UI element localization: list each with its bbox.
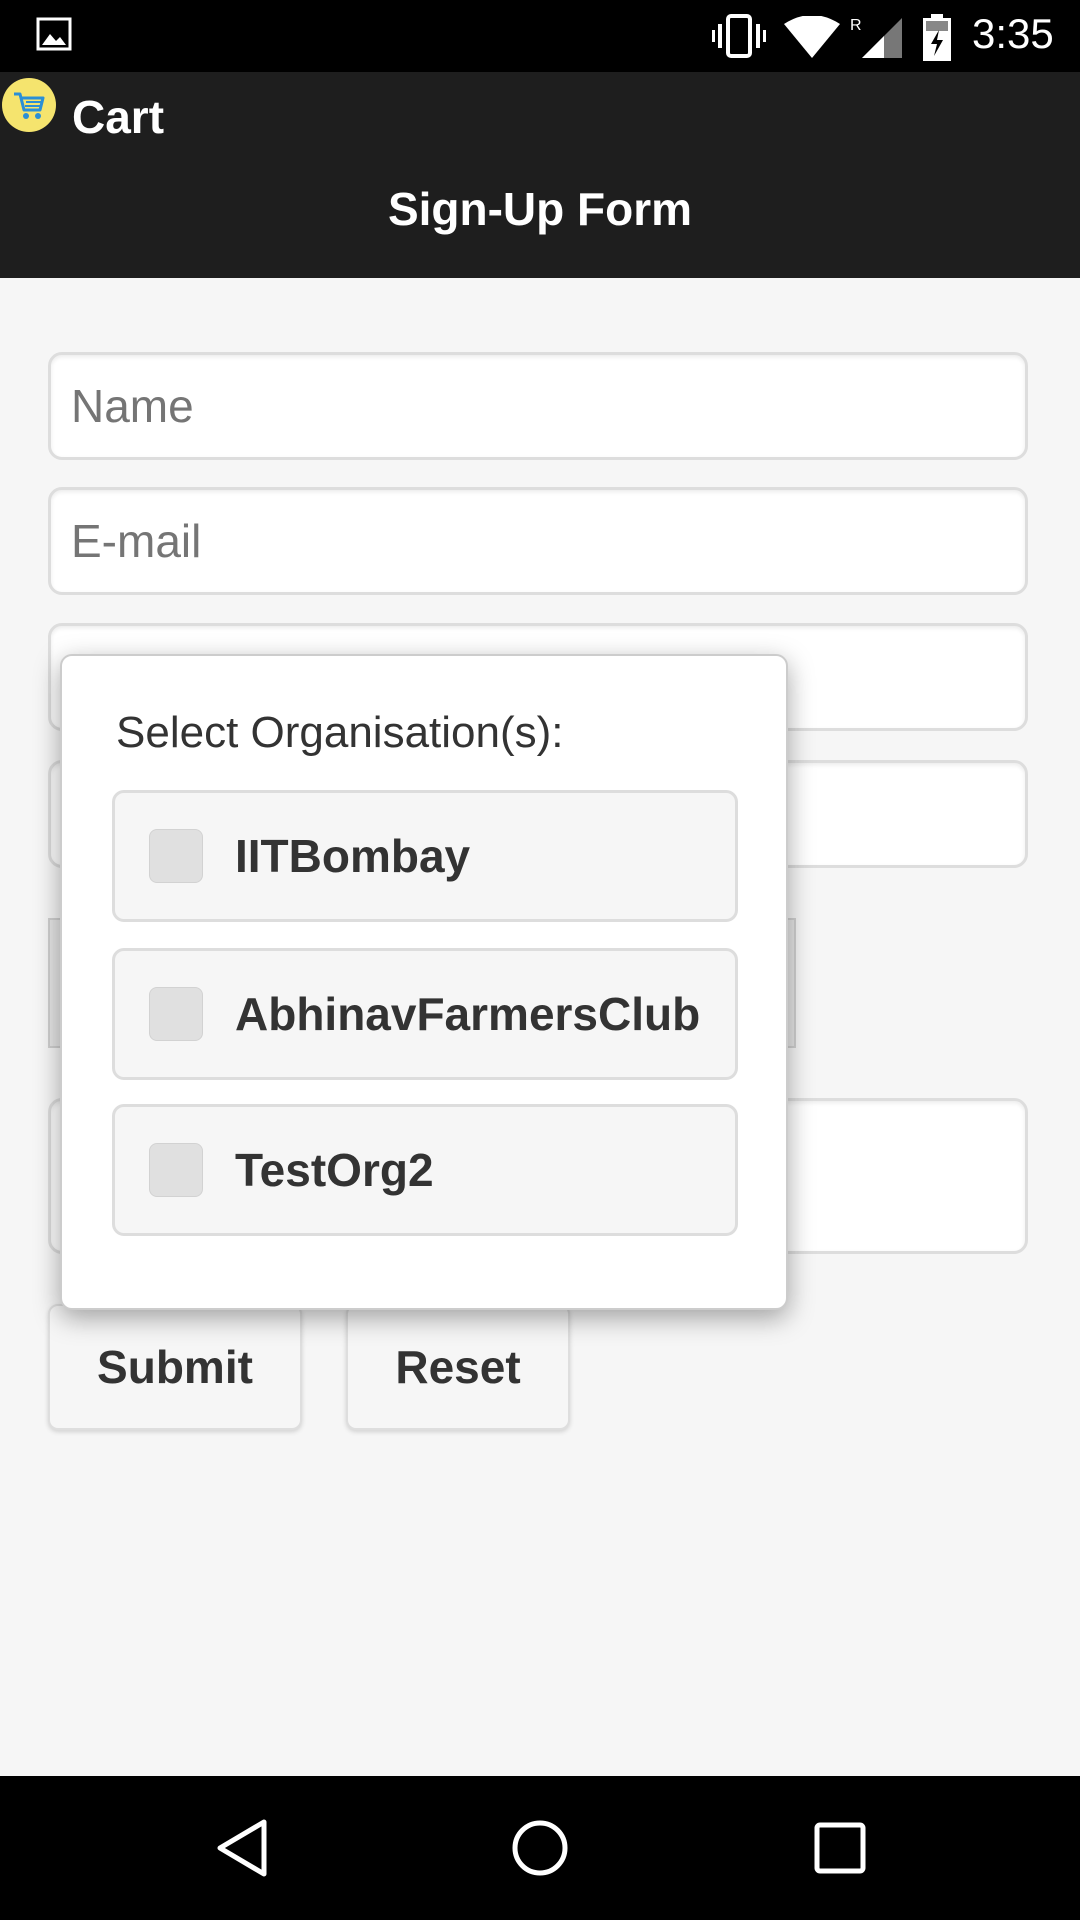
navigation-bar (0, 1776, 1080, 1920)
cart-icon[interactable] (2, 78, 56, 132)
battery-charging-icon (922, 14, 952, 67)
recents-icon[interactable] (760, 1776, 920, 1920)
svg-text:R: R (850, 17, 862, 34)
option-abhinavfarmersclub[interactable]: AbhinavFarmersClub (112, 948, 738, 1080)
option-label: TestOrg2 (235, 1144, 434, 1196)
submit-button[interactable]: Submit (48, 1304, 302, 1430)
organisation-popup: Select Organisation(s): IITBombay Abhina… (60, 654, 788, 1310)
reset-button[interactable]: Reset (346, 1304, 570, 1430)
option-label: AbhinavFarmersClub (235, 988, 701, 1040)
status-clock: 3:35 (972, 10, 1054, 57)
signal-icon: R (848, 14, 904, 65)
status-bar: R 3:35 (0, 0, 1080, 72)
app-title: Cart (72, 91, 165, 143)
option-label: IITBombay (235, 830, 471, 882)
page-title: Sign-Up Form (387, 183, 693, 235)
option-iitbombay[interactable]: IITBombay (112, 790, 738, 922)
checkbox[interactable] (149, 1143, 203, 1197)
popup-title: Select Organisation(s): (116, 708, 564, 757)
option-testorg2[interactable]: TestOrg2 (112, 1104, 738, 1236)
app-bar: Cart Sign-Up Form (0, 72, 1080, 278)
name-field[interactable] (48, 352, 1028, 460)
checkbox[interactable] (149, 829, 203, 883)
back-icon[interactable] (162, 1776, 322, 1920)
gallery-icon (36, 17, 72, 56)
home-icon[interactable] (460, 1776, 620, 1920)
email-field[interactable] (48, 487, 1028, 595)
wifi-icon (784, 15, 840, 63)
checkbox[interactable] (149, 987, 203, 1041)
vibrate-icon (712, 14, 766, 63)
